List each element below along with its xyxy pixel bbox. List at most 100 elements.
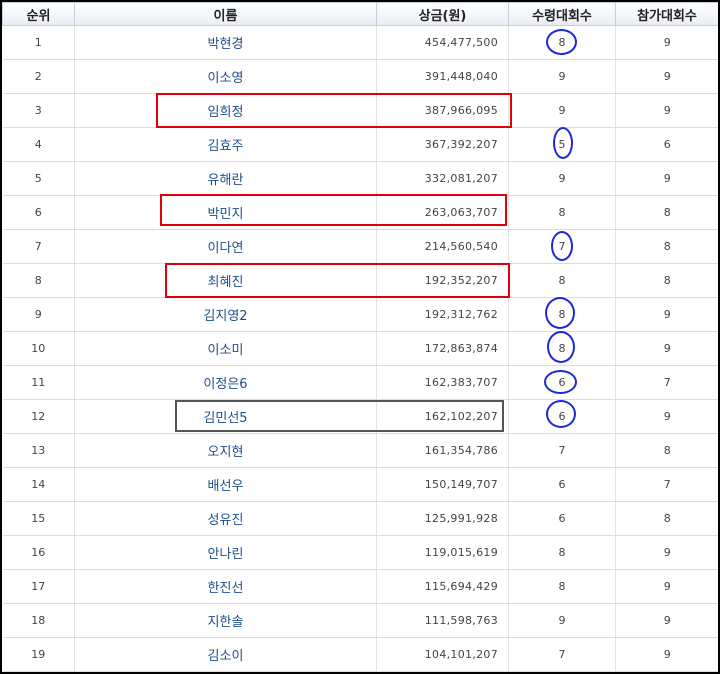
- entries-count-cell: 7: [615, 365, 718, 400]
- prize-cell: 192,352,207: [376, 263, 509, 298]
- player-name-cell[interactable]: 성유진: [74, 501, 377, 536]
- table-row[interactable]: 15 성유진 125,991,928 6 8: [2, 501, 718, 536]
- table-row[interactable]: 13 오지현 161,354,786 7 8: [2, 433, 718, 468]
- table-row[interactable]: 14 배선우 150,149,707 6 7: [2, 467, 718, 502]
- rank-cell: 19: [2, 637, 75, 672]
- header-entries[interactable]: 참가대회수: [615, 2, 718, 26]
- table-row[interactable]: 16 안나린 119,015,619 8 9: [2, 535, 718, 570]
- player-name-cell[interactable]: 임희정: [74, 93, 377, 128]
- player-name-cell[interactable]: 김민선5: [74, 399, 377, 434]
- wins-count-cell: 9: [508, 161, 616, 196]
- entries-count-cell: 9: [615, 161, 718, 196]
- player-name-cell[interactable]: 오지현: [74, 433, 377, 468]
- rank-cell: 13: [2, 433, 75, 468]
- wins-count-cell: 8: [508, 535, 616, 570]
- wins-count-cell: 8: [508, 195, 616, 230]
- rank-cell: 12: [2, 399, 75, 434]
- wins-count-cell: 8: [508, 297, 616, 332]
- entries-count-cell: 9: [615, 603, 718, 638]
- entries-count-cell: 9: [615, 93, 718, 128]
- table-row[interactable]: 12 김민선5 162,102,207 6 9: [2, 399, 718, 434]
- wins-count-cell: 9: [508, 59, 616, 94]
- player-name-cell[interactable]: 지한솔: [74, 603, 377, 638]
- rank-cell: 6: [2, 195, 75, 230]
- prize-cell: 387,966,095: [376, 93, 509, 128]
- wins-count-cell: 6: [508, 399, 616, 434]
- header-name[interactable]: 이름: [74, 2, 377, 26]
- player-name-cell[interactable]: 박현경: [74, 25, 377, 60]
- table-row[interactable]: 8 최혜진 192,352,207 8 8: [2, 263, 718, 298]
- rank-cell: 10: [2, 331, 75, 366]
- entries-count-cell: 9: [615, 399, 718, 434]
- table-row[interactable]: 19 김소이 104,101,207 7 9: [2, 637, 718, 672]
- prize-cell: 172,863,874: [376, 331, 509, 366]
- rank-cell: 7: [2, 229, 75, 264]
- prize-cell: 391,448,040: [376, 59, 509, 94]
- wins-count-cell: 8: [508, 25, 616, 60]
- entries-count-cell: 8: [615, 501, 718, 536]
- table-row[interactable]: 9 김지영2 192,312,762 8 9: [2, 297, 718, 332]
- player-name-cell[interactable]: 박민지: [74, 195, 377, 230]
- rank-cell: 15: [2, 501, 75, 536]
- table-row[interactable]: 2 이소영 391,448,040 9 9: [2, 59, 718, 94]
- rank-cell: 1: [2, 25, 75, 60]
- prize-cell: 104,101,207: [376, 637, 509, 672]
- prize-cell: 115,694,429: [376, 569, 509, 604]
- entries-count-cell: 8: [615, 229, 718, 264]
- player-name-cell[interactable]: 이정은6: [74, 365, 377, 400]
- entries-count-cell: 9: [615, 637, 718, 672]
- header-prize[interactable]: 상금(원): [376, 2, 509, 26]
- prize-cell: 161,354,786: [376, 433, 509, 468]
- player-name-cell[interactable]: 유해란: [74, 161, 377, 196]
- wins-count-cell: 8: [508, 263, 616, 298]
- player-name-cell[interactable]: 이소미: [74, 331, 377, 366]
- wins-count-cell: 8: [508, 331, 616, 366]
- player-name-cell[interactable]: 이소영: [74, 59, 377, 94]
- entries-count-cell: 9: [615, 25, 718, 60]
- rank-cell: 2: [2, 59, 75, 94]
- player-name-cell[interactable]: 김소이: [74, 637, 377, 672]
- prize-cell: 367,392,207: [376, 127, 509, 162]
- rank-cell: 11: [2, 365, 75, 400]
- player-name-cell[interactable]: 이다연: [74, 229, 377, 264]
- table-row[interactable]: 4 김효주 367,392,207 5 6: [2, 127, 718, 162]
- entries-count-cell: 8: [615, 433, 718, 468]
- rank-cell: 8: [2, 263, 75, 298]
- table-row[interactable]: 5 유해란 332,081,207 9 9: [2, 161, 718, 196]
- header-rank[interactable]: 순위: [2, 2, 75, 26]
- ranking-frame: 순위 이름 상금(원) 수령대회수 참가대회수 1 박현경 454,477,500 8…: [0, 0, 720, 674]
- player-name-cell[interactable]: 안나린: [74, 535, 377, 570]
- table-row[interactable]: 6 박민지 263,063,707 8 8: [2, 195, 718, 230]
- table-row[interactable]: 10 이소미 172,863,874 8 9: [2, 331, 718, 366]
- table-row[interactable]: 11 이정은6 162,383,707 6 7: [2, 365, 718, 400]
- rank-cell: 18: [2, 603, 75, 638]
- player-name-cell[interactable]: 최혜진: [74, 263, 377, 298]
- wins-count-cell: 5: [508, 127, 616, 162]
- table-row[interactable]: 7 이다연 214,560,540 7 8: [2, 229, 718, 264]
- player-name-cell[interactable]: 김지영2: [74, 297, 377, 332]
- wins-count-cell: 7: [508, 229, 616, 264]
- entries-count-cell: 9: [615, 535, 718, 570]
- rank-cell: 5: [2, 161, 75, 196]
- prize-cell: 263,063,707: [376, 195, 509, 230]
- entries-count-cell: 8: [615, 263, 718, 298]
- prize-cell: 111,598,763: [376, 603, 509, 638]
- player-name-cell[interactable]: 한진선: [74, 569, 377, 604]
- player-name-cell[interactable]: 김효주: [74, 127, 377, 162]
- table-row[interactable]: 17 한진선 115,694,429 8 9: [2, 569, 718, 604]
- prize-cell: 162,102,207: [376, 399, 509, 434]
- wins-count-cell: 7: [508, 433, 616, 468]
- wins-count-cell: 9: [508, 93, 616, 128]
- prize-cell: 454,477,500: [376, 25, 509, 60]
- table-row[interactable]: 3 임희정 387,966,095 9 9: [2, 93, 718, 128]
- table-row[interactable]: 1 박현경 454,477,500 8 9: [2, 25, 718, 60]
- entries-count-cell: 6: [615, 127, 718, 162]
- table-header-row: 순위 이름 상금(원) 수령대회수 참가대회수: [2, 2, 718, 26]
- prize-cell: 214,560,540: [376, 229, 509, 264]
- header-wins[interactable]: 수령대회수: [508, 2, 616, 26]
- table-row[interactable]: 18 지한솔 111,598,763 9 9: [2, 603, 718, 638]
- prize-ranking-table: 순위 이름 상금(원) 수령대회수 참가대회수 1 박현경 454,477,500 8…: [2, 2, 718, 672]
- player-name-cell[interactable]: 배선우: [74, 467, 377, 502]
- wins-count-cell: 6: [508, 501, 616, 536]
- rank-cell: 3: [2, 93, 75, 128]
